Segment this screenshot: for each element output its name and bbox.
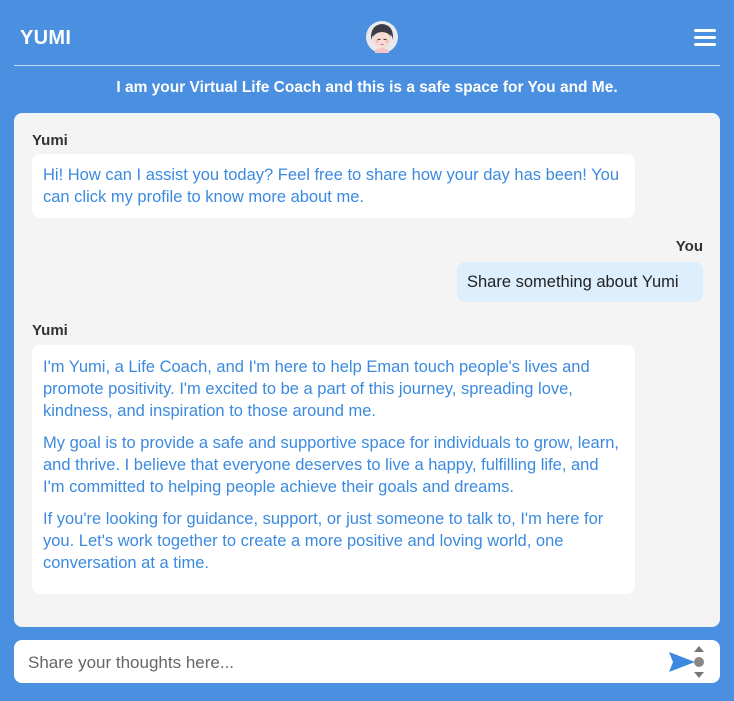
message-text: Hi! How can I assist you today? Feel fre… xyxy=(43,166,620,206)
yumi-avatar-icon[interactable] xyxy=(365,20,399,54)
bot-message-bubble: Hi! How can I assist you today? Feel fre… xyxy=(32,154,635,218)
message-sender: You xyxy=(675,238,703,255)
message-paragraph: I'm Yumi, a Life Coach, and I'm here to … xyxy=(43,358,590,420)
scroll-stepper-icon[interactable] xyxy=(692,643,706,681)
user-message-bubble: Share something about Yumi xyxy=(457,262,703,302)
app-title: YUMI xyxy=(20,27,72,49)
header-divider xyxy=(14,65,720,66)
message-input[interactable] xyxy=(26,640,660,685)
chat-panel: Yumi Hi! How can I assist you today? Fee… xyxy=(14,113,720,627)
message-paragraph: My goal is to provide a safe and support… xyxy=(43,434,619,496)
message-text: Share something about Yumi xyxy=(467,273,679,291)
bot-message-bubble: I'm Yumi, a Life Coach, and I'm here to … xyxy=(32,345,635,594)
hamburger-menu-icon[interactable] xyxy=(694,29,716,47)
tagline: I am your Virtual Life Coach and this is… xyxy=(116,79,618,96)
app-header: YUMI xyxy=(0,0,734,66)
message-input-bar xyxy=(14,640,720,685)
message-paragraph: If you're looking for guidance, support,… xyxy=(43,510,604,572)
message-sender: Yumi xyxy=(32,132,68,149)
message-sender: Yumi xyxy=(32,322,68,339)
